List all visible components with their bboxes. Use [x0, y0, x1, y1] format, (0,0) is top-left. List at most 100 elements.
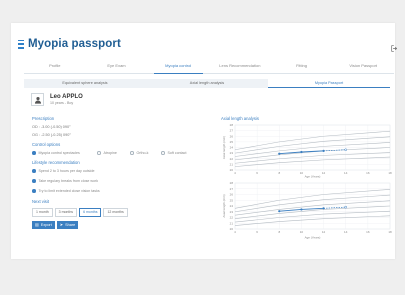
control-option-spectacles[interactable]: Myopia control spectacles	[32, 151, 80, 155]
control-option-ortho-k[interactable]: Ortho-k	[130, 151, 148, 155]
y-tick-label: 20	[230, 227, 234, 231]
y-tick-label: 26	[230, 134, 234, 138]
x-tick-label: 18	[388, 171, 392, 175]
y-tick-label: 28	[230, 181, 234, 185]
x-tick-label: 12	[322, 230, 326, 234]
tab-myopia-control[interactable]: Myopia control	[147, 61, 209, 74]
control-option-label: Soft contact	[167, 151, 187, 155]
radio[interactable]	[161, 151, 165, 155]
lifestyle-item: Try to limit extended close vision tasks	[32, 189, 100, 193]
y-axis-label: Axial length (mm)	[222, 194, 226, 217]
x-tick-label: 10	[300, 230, 304, 234]
patient-point	[300, 150, 303, 154]
lifestyle-item-label: Take regulary breaks from close work	[38, 179, 99, 183]
patient-point	[278, 152, 281, 155]
y-axis-label: Axial length (mm)	[222, 136, 226, 159]
share-button[interactable]: ➤ Share	[56, 221, 79, 229]
x-axis-label: Age (Years)	[305, 175, 321, 179]
patient-info: 10 years - Boy	[50, 100, 74, 105]
y-tick-label: 22	[230, 216, 234, 220]
subtab-myopia-passport[interactable]: Myopia Passport	[268, 79, 390, 88]
y-tick-label: 28	[230, 123, 234, 127]
patient-name: Leo APPLO	[50, 93, 83, 100]
chart-section-title: Axial length analysis	[221, 116, 259, 121]
app-header: Myopia passport	[18, 36, 121, 52]
lifestyle-item: Take regulary breaks from close work	[32, 179, 98, 183]
y-tick-label: 24	[230, 204, 234, 208]
axial-length-chart-od: 20 2122 2324 25 2627 28 4 6 8 10 12 14 16 18 Axial len…	[222, 123, 392, 179]
app-title: Myopia passport	[28, 38, 121, 50]
x-tick-label: 14	[344, 171, 348, 175]
main-tabs: Profile Eye Exam Myopia control Lens Rec…	[24, 61, 394, 74]
next-visit-selector: 1 month 3 months 6 months 12 months	[32, 208, 130, 217]
tab-lens-recommendation[interactable]: Lens Recommendation	[209, 61, 271, 73]
y-tick-label: 21	[230, 221, 234, 225]
tab-vision-passport[interactable]: Vision Passport	[332, 61, 394, 73]
patient-header: Leo APPLO 10 years - Boy	[31, 93, 83, 106]
x-tick-label: 18	[388, 230, 392, 234]
lifestyle-item-label: Try to limit extended close vision tasks	[38, 189, 100, 193]
y-tick-label: 21	[230, 162, 234, 166]
x-tick-label: 4	[234, 171, 236, 175]
radio[interactable]	[130, 151, 134, 155]
sub-tabs: Equivalent sphere analysis Axial length …	[24, 79, 390, 88]
x-tick-label: 4	[234, 230, 236, 234]
axial-length-chart-og: 2021222324252627284 6 8 10 12 14 16 18Axial len…	[222, 181, 392, 240]
prescription-od: OD : -3.00 (-0.50) 090°	[32, 125, 71, 129]
y-tick-label: 23	[230, 151, 234, 155]
y-tick-label: 25	[230, 140, 234, 144]
radio[interactable]	[97, 151, 101, 155]
tab-profile[interactable]: Profile	[24, 61, 86, 73]
x-tick-label: 10	[300, 171, 304, 175]
subtab-equivalent-sphere[interactable]: Equivalent sphere analysis	[24, 79, 146, 88]
projection-point	[344, 205, 347, 209]
export-button[interactable]: ▤ Export	[32, 221, 55, 229]
x-tick-label: 16	[366, 230, 370, 234]
next-visit-3-months[interactable]: 3 months	[54, 208, 78, 217]
tab-eye-exam[interactable]: Eye Exam	[86, 61, 148, 73]
x-tick-label: 6	[256, 230, 258, 234]
lifestyle-item-label: Spend 2 to 3 hours per day outside	[38, 169, 95, 173]
next-visit-heading: Next visit	[32, 199, 49, 204]
y-tick-label: 27	[230, 129, 234, 133]
next-visit-1-month[interactable]: 1 month	[32, 208, 53, 217]
app-root: Myopia passport Profile Eye Exam Myopia …	[0, 0, 405, 295]
x-tick-label: 12	[322, 171, 326, 175]
control-option-label: Ortho-k	[136, 151, 149, 155]
x-tick-label: 14	[344, 230, 348, 234]
y-tick-label: 26	[230, 193, 234, 197]
subtab-axial-length[interactable]: Axial length analysis	[146, 79, 268, 88]
tab-fitting[interactable]: Fitting	[271, 61, 333, 73]
y-tick-label: 24	[230, 146, 234, 150]
lifestyle-item: Spend 2 to 3 hours per day outside	[32, 169, 94, 173]
patient-point	[300, 208, 303, 211]
bullet-icon	[32, 189, 36, 193]
control-option-label: Atropine	[103, 151, 117, 155]
menu-icon[interactable]	[18, 39, 24, 49]
next-visit-6-months[interactable]: 6 months	[79, 208, 102, 217]
x-tick-label: 8	[278, 230, 280, 234]
control-option-soft-contact[interactable]: Soft contact	[161, 151, 186, 155]
lifestyle-heading: Lifestyle recommendation	[32, 160, 80, 165]
export-icon: ▤	[35, 222, 39, 227]
y-tick-label: 27	[230, 187, 234, 191]
export-label: Export	[40, 223, 52, 227]
bullet-icon	[32, 179, 36, 183]
prescription-og: OG : -2.50 (-0.25) 090°	[32, 133, 71, 137]
share-icon: ➤	[59, 222, 64, 227]
radio-selected[interactable]	[32, 151, 36, 155]
x-tick-label: 6	[256, 171, 258, 175]
action-bar: ▤ Export ➤ Share	[32, 221, 80, 229]
y-tick-label: 25	[230, 198, 234, 202]
x-tick-label: 8	[278, 171, 280, 175]
control-option-label: Myopia control spectacles	[38, 151, 80, 155]
logout-icon[interactable]	[391, 45, 398, 54]
projection-point	[344, 148, 347, 151]
user-icon	[31, 93, 44, 106]
next-visit-12-months[interactable]: 12 months	[103, 208, 128, 217]
bullet-icon	[32, 169, 36, 173]
x-axis-label: Age (Years)	[305, 236, 321, 240]
share-label: Share	[65, 223, 76, 227]
y-tick-label: 20	[230, 168, 234, 172]
control-option-atropine[interactable]: Atropine	[97, 151, 117, 155]
